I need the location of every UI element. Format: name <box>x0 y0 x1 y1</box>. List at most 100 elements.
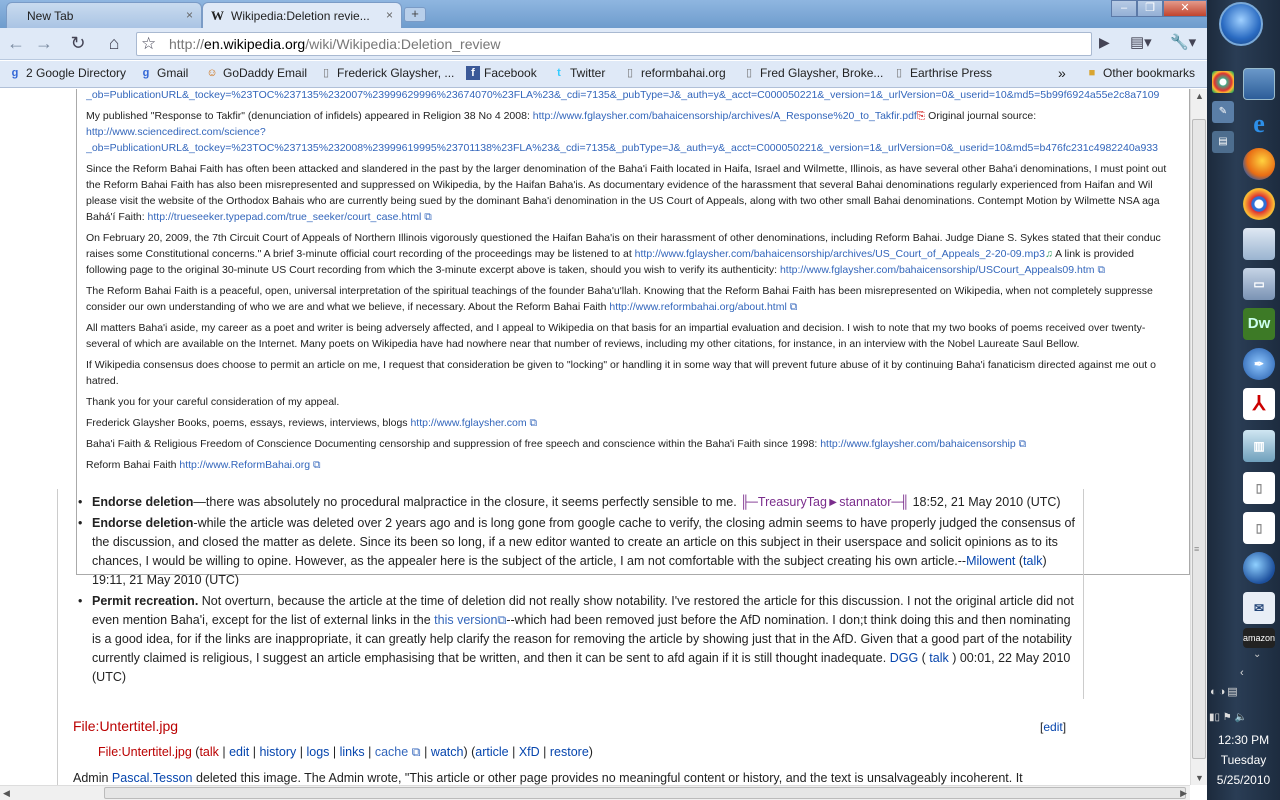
scroll-down-icon[interactable]: ▼ <box>1195 773 1204 783</box>
home-icon[interactable]: ⌂ <box>102 32 126 56</box>
tool-restore[interactable]: restore <box>550 745 589 759</box>
close-tab-icon[interactable]: × <box>386 8 393 22</box>
takfir-pdf-link[interactable]: http://www.fglaysher.com/bahaicensorship… <box>533 110 917 122</box>
bookmark-fred-glaysher[interactable]: ▯ Fred Glaysher, Broke... <box>742 65 883 83</box>
window-icon[interactable] <box>1243 228 1275 260</box>
taskbar-clock[interactable]: 12:30 PM Tuesday 5/25/2010 <box>1207 730 1280 790</box>
sciencedirect-link-cont[interactable]: _ob=PublicationURL&_tockey=%23TOC%237135… <box>86 142 1158 154</box>
notepad-icon[interactable]: ✎ <box>1212 101 1234 123</box>
bookmark-reformbahai[interactable]: ▯ reformbahai.org <box>623 65 726 83</box>
computer-icon[interactable]: ▭ <box>1243 268 1275 300</box>
chrome-icon[interactable] <box>1243 188 1275 220</box>
vertical-scrollbar[interactable]: ▲ ≡ ▼ <box>1190 89 1207 785</box>
this-version-link[interactable]: this version <box>434 613 497 627</box>
tool-logs[interactable]: logs <box>306 745 329 759</box>
url-host: en.wikipedia.org <box>204 36 306 52</box>
tab-wikipedia[interactable]: W Wikipedia:Deletion revie... × <box>202 2 402 28</box>
address-bar[interactable]: http://en.wikipedia.org/wiki/Wikipedia:D… <box>136 32 1092 56</box>
other-bookmarks[interactable]: ■ Other bookmarks <box>1085 65 1195 83</box>
dreamweaver-icon[interactable]: Dw <box>1243 308 1275 340</box>
reload-icon[interactable]: ↻ <box>66 32 90 56</box>
tool-talk[interactable]: talk <box>199 745 218 759</box>
tab-new-tab[interactable]: New Tab × <box>6 2 202 28</box>
bookmark-facebook[interactable]: f Facebook <box>466 65 537 83</box>
bookmarks-overflow-chevron[interactable]: » <box>1058 65 1066 83</box>
window-icon[interactable] <box>1243 68 1275 100</box>
window-controls: – ❐ ✕ <box>1111 0 1207 17</box>
user-link-dgg[interactable]: DGG <box>890 651 918 665</box>
new-tab-button[interactable]: + <box>404 7 426 22</box>
bookmark-twitter[interactable]: t Twitter <box>552 65 605 83</box>
tool-watch[interactable]: watch <box>431 745 464 759</box>
clock-time: 12:30 PM <box>1217 733 1270 747</box>
fglaysher-link[interactable]: http://www.fglaysher.com <box>410 417 526 429</box>
user-link-milowent[interactable]: Milowent <box>966 554 1015 568</box>
journal-link[interactable]: _ob=PublicationURL&_tockey=%23TOC%237135… <box>86 89 1159 101</box>
tool-cache[interactable]: cache <box>375 745 408 759</box>
tray-icons[interactable]: ◐◑▤ <box>1210 685 1240 698</box>
bookmark-gmail[interactable]: g Gmail <box>139 65 189 83</box>
court-mp3-link[interactable]: http://www.fglaysher.com/bahaicensorship… <box>635 248 1045 260</box>
book-icon[interactable]: ▥ <box>1243 430 1275 462</box>
scroll-right-icon[interactable]: ▶ <box>1180 788 1187 799</box>
amazon-icon[interactable]: amazon <box>1243 628 1275 648</box>
talk-link[interactable]: talk <box>1023 554 1042 568</box>
close-tab-icon[interactable]: × <box>186 8 193 22</box>
section-heading-untertitel[interactable]: File:Untertitel.jpg <box>73 718 178 734</box>
document-icon[interactable]: ▯ <box>1243 512 1275 544</box>
bookmark-frederick-glaysher[interactable]: ▯ Frederick Glaysher, ... <box>319 65 454 83</box>
minimize-icon[interactable]: – <box>1111 0 1137 17</box>
scrollbar-thumb[interactable] <box>104 787 1186 799</box>
document-icon[interactable]: ▯ <box>1243 472 1275 504</box>
tool-links[interactable]: links <box>340 745 365 759</box>
network-icon[interactable]: ▮▯ <box>1209 712 1220 723</box>
bookmark-godaddy[interactable]: ☺ GoDaddy Email <box>205 65 307 83</box>
page-menu-icon[interactable]: ▤▾ <box>1130 33 1152 51</box>
acrobat-icon[interactable]: ⅄ <box>1243 388 1275 420</box>
page-icon: ▯ <box>322 67 330 79</box>
talk-link[interactable]: talk <box>929 651 948 665</box>
google-earth-icon[interactable] <box>1243 552 1275 584</box>
file-link[interactable]: File:Untertitel.jpg <box>98 745 192 759</box>
user-link-pascal-tesson[interactable]: Pascal.Tesson <box>112 771 193 785</box>
tool-xfd[interactable]: XfD <box>519 745 540 759</box>
bookmark-google-directory[interactable]: g2 Google Directory <box>8 65 126 83</box>
tray-expand-icon[interactable]: ‹ <box>1240 667 1244 679</box>
ie-icon[interactable]: e <box>1243 108 1275 140</box>
flag-icon[interactable]: ⚑ <box>1223 712 1232 723</box>
uscourt-link[interactable]: http://www.fglaysher.com/bahaicensorship… <box>780 264 1095 276</box>
section-edit-link[interactable]: [edit] <box>1040 720 1066 734</box>
page-icon: ▯ <box>745 67 753 79</box>
maximize-icon[interactable]: ❐ <box>1137 0 1163 17</box>
user-signature-link[interactable]: ╟─TreasuryTag►stannator─╢ <box>740 495 909 509</box>
pen-icon[interactable]: ✒ <box>1243 348 1275 380</box>
chevron-down-icon[interactable]: ⌄ <box>1253 649 1261 660</box>
scrollbar-thumb[interactable] <box>1192 119 1206 759</box>
forward-arrow-icon[interactable]: → <box>32 32 56 56</box>
start-button-icon[interactable] <box>1219 2 1263 46</box>
reformbahai-about-link[interactable]: http://www.reformbahai.org/about.html <box>609 301 786 313</box>
horizontal-scrollbar[interactable]: ◀ ▶ <box>0 785 1190 800</box>
bookmark-earthrise-press[interactable]: ▯ Earthrise Press <box>892 65 992 83</box>
wrench-menu-icon[interactable]: 🔧▾ <box>1170 33 1196 51</box>
play-icon[interactable]: ▶ <box>1099 34 1110 51</box>
scroll-left-icon[interactable]: ◀ <box>3 788 10 799</box>
paper-icon[interactable]: ✉ <box>1243 592 1275 624</box>
chrome-icon[interactable] <box>1212 71 1234 93</box>
bahaicensorship-link[interactable]: http://www.fglaysher.com/bahaicensorship <box>820 438 1016 450</box>
firefox-icon[interactable] <box>1243 148 1275 180</box>
trueseeker-link[interactable]: http://trueseeker.typepad.com/true_seeke… <box>148 211 422 223</box>
sciencedirect-link[interactable]: http://www.sciencedirect.com/science? <box>86 126 266 138</box>
volume-icon[interactable]: 🔈 <box>1235 712 1247 723</box>
scroll-up-icon[interactable]: ▲ <box>1195 91 1204 101</box>
page-icon: ▯ <box>895 67 903 79</box>
bookmark-star-icon[interactable]: ☆ <box>141 34 156 54</box>
reformbahai-link[interactable]: http://www.ReformBahai.org <box>179 459 310 471</box>
tool-article[interactable]: article <box>475 745 508 759</box>
back-arrow-icon[interactable]: ← <box>4 32 28 56</box>
tool-edit[interactable]: edit <box>229 745 249 759</box>
tool-history[interactable]: history <box>259 745 296 759</box>
book-icon[interactable]: ▤ <box>1212 131 1234 153</box>
external-link-icon: ⧉ <box>786 301 798 313</box>
close-window-icon[interactable]: ✕ <box>1163 0 1207 17</box>
